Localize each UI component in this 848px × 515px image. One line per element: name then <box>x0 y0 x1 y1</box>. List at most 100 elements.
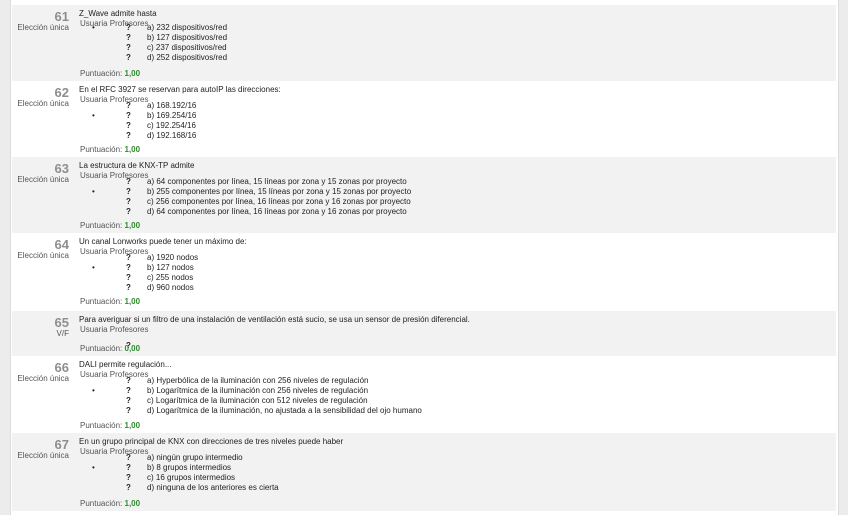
unknown-answer-icon: ? <box>126 33 131 42</box>
answer-option-label: c) 16 grupos intermedios <box>147 473 236 482</box>
answer-option-label: a) Hyperbólica de la iluminación con 256… <box>147 376 369 385</box>
unknown-answer-icon: ? <box>126 23 131 32</box>
unknown-answer-icon: ? <box>126 483 131 492</box>
unknown-answer-icon: ? <box>126 396 131 405</box>
score-label: Puntuación: <box>80 69 123 78</box>
answer-option[interactable]: •? a) 232 dispositivos/red <box>12 23 712 33</box>
question-number: 62 <box>54 85 69 100</box>
score-line: Puntuación: 0,00 <box>80 344 140 353</box>
score-line: Puntuación: 1,00 <box>80 297 140 306</box>
answer-option-label: b) 255 componentes por línea, 15 líneas … <box>147 187 412 196</box>
score-line: Puntuación: 1,00 <box>80 145 140 154</box>
unknown-answer-icon: ? <box>126 177 131 186</box>
answer-option-label: b) 169.254/16 <box>147 111 197 120</box>
answer-option[interactable]: •? b) 127 nodos <box>12 263 712 273</box>
unknown-answer-icon: ? <box>126 386 131 395</box>
answer-option[interactable]: •? b) 255 componentes por línea, 15 línea… <box>12 187 712 197</box>
selected-bullet-icon: • <box>92 263 95 272</box>
answer-option-label: c) 192.254/16 <box>147 121 196 130</box>
answer-option[interactable]: ? a) 1920 nodos <box>12 253 712 263</box>
score-label: Puntuación: <box>80 221 123 230</box>
unknown-answer-icon: ? <box>126 406 131 415</box>
selected-bullet-icon: • <box>92 463 95 472</box>
answer-option[interactable]: ? d) ninguna de los anteriores es cierta <box>12 483 712 493</box>
answer-option-label: b) 127 dispositivos/red <box>147 33 228 42</box>
answer-option[interactable]: ? c) 255 nodos <box>12 273 712 283</box>
question-block: 63 Elección única La estructura de KNX-TP … <box>12 157 836 233</box>
answer-option[interactable]: ? c) 16 grupos intermedios <box>12 473 712 483</box>
question-block: 65 V/F Para averiguar si un filtro de una … <box>12 311 836 356</box>
answer-option-label: c) Logarítmica de la iluminación con 512… <box>147 396 368 405</box>
question-number: 67 <box>54 437 69 452</box>
answer-option[interactable]: ? d) 192.168/16 <box>12 131 712 141</box>
answer-option[interactable]: ? d) 252 dispositivos/red <box>12 53 712 63</box>
score-value: 1,00 <box>124 421 141 430</box>
unknown-answer-icon: ? <box>126 463 131 472</box>
answer-option-label: c) 255 nodos <box>147 273 194 282</box>
answer-option-label: a) ningún grupo intermedio <box>147 453 243 462</box>
score-label: Puntuación: <box>80 297 123 306</box>
answer-option[interactable]: ? a) Hyperbólica de la iluminación con 25… <box>12 376 712 386</box>
answer-option[interactable]: ? c) 256 componentes por línea, 16 líneas… <box>12 197 712 207</box>
answer-option-label: d) 192.168/16 <box>147 131 197 140</box>
unknown-answer-icon: ? <box>126 197 131 206</box>
question-number: 66 <box>54 360 69 375</box>
unknown-answer-icon: ? <box>126 131 131 140</box>
question-text: En el RFC 3927 se reservan para autoIP l… <box>79 85 281 94</box>
score-value: 1,00 <box>124 69 141 78</box>
question-number: 64 <box>54 237 69 252</box>
score-line: Puntuación: 1,00 <box>80 499 140 508</box>
selected-bullet-icon: • <box>92 386 95 395</box>
answer-option[interactable]: ? c) 237 dispositivos/red <box>12 43 712 53</box>
answer-option[interactable]: ? c) Logarítmica de la iluminación con 51… <box>12 396 712 406</box>
answer-option[interactable]: ? c) 192.254/16 <box>12 121 712 131</box>
unknown-answer-icon: ? <box>126 473 131 482</box>
answer-option-label: a) 232 dispositivos/red <box>147 23 228 32</box>
answer-option[interactable]: ? d) 960 nodos <box>12 283 712 293</box>
answer-option[interactable]: ? a) 168.192/16 <box>12 101 712 111</box>
question-block: 67 Elección única En un grupo principal de… <box>12 433 836 511</box>
selected-bullet-icon: • <box>92 111 95 120</box>
answer-option[interactable]: •? b) 169.254/16 <box>12 111 712 121</box>
answer-option-label: a) 1920 nodos <box>147 253 199 262</box>
score-value: 1,00 <box>124 145 141 154</box>
question-number: 63 <box>54 161 69 176</box>
unknown-answer-icon: ? <box>126 253 131 262</box>
answer-option[interactable]: •? b) Logarítmica de la iluminación con 2… <box>12 386 712 396</box>
score-value: 1,00 <box>124 221 141 230</box>
answer-option[interactable]: ? d) 64 componentes por línea, 16 líneas … <box>12 207 712 217</box>
answer-option-label: d) 64 componentes por línea, 16 líneas p… <box>147 207 407 216</box>
answer-option[interactable]: ? b) 127 dispositivos/red <box>12 33 712 43</box>
score-line: Puntuación: 1,00 <box>80 421 140 430</box>
question-text: DALI permite regulación... <box>79 360 172 369</box>
question-type: V/F <box>56 329 69 338</box>
unknown-answer-icon: ? <box>126 263 131 272</box>
answer-option-label: b) 127 nodos <box>147 263 194 272</box>
selected-bullet-icon: • <box>92 187 95 196</box>
score-label: Puntuación: <box>80 344 123 353</box>
question-block: 61 Elección única Z_Wave admite hasta Usuar… <box>12 5 836 81</box>
unknown-answer-icon: ? <box>126 101 131 110</box>
answer-option-label: a) 64 componentes por línea, 15 líneas p… <box>147 177 407 186</box>
answer-option-label: d) Logarítmica de la iluminación, no aju… <box>147 406 422 415</box>
answer-option[interactable]: ? a) 64 componentes por línea, 15 líneas … <box>12 177 712 187</box>
score-value: 0,00 <box>124 344 141 353</box>
unknown-answer-icon: ? <box>126 43 131 52</box>
answer-option-label: d) 252 dispositivos/red <box>147 53 228 62</box>
score-label: Puntuación: <box>80 499 123 508</box>
answer-option[interactable]: •? b) 8 grupos intermedios <box>12 463 712 473</box>
unknown-answer-icon: ? <box>126 273 131 282</box>
unknown-answer-icon: ? <box>126 207 131 216</box>
question-block: 66 Elección única DALI permite regulación.… <box>12 356 836 433</box>
unknown-answer-icon: ? <box>126 121 131 130</box>
unknown-answer-icon: ? <box>126 53 131 62</box>
answer-option-label: b) 8 grupos intermedios <box>147 463 232 472</box>
answer-option[interactable]: ? d) Logarítmica de la iluminación, no aj… <box>12 406 712 416</box>
question-text: Un canal Lonworks puede tener un máximo … <box>79 237 247 246</box>
question-author: Usuaria Profesores <box>80 325 149 334</box>
selected-bullet-icon: • <box>92 23 95 32</box>
question-block: 62 Elección única En el RFC 3927 se reserv… <box>12 81 836 157</box>
answer-option[interactable]: ? a) ningún grupo intermedio <box>12 453 712 463</box>
question-block: 64 Elección única Un canal Lonworks puede … <box>12 233 836 309</box>
question-list: 61 Elección única Z_Wave admite hasta Usuar… <box>10 0 839 515</box>
